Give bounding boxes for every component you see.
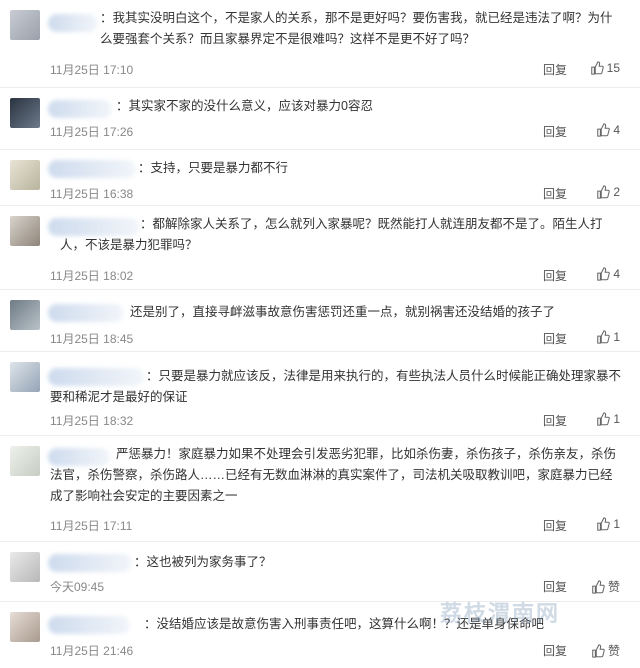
thumbs-up-icon — [592, 579, 605, 594]
avatar[interactable] — [10, 160, 40, 190]
thumbs-up-icon — [597, 517, 611, 531]
comment-time: 11月25日 18:32 — [50, 414, 134, 428]
like-button[interactable]: 1 — [596, 330, 620, 344]
like-button[interactable]: 4 — [596, 267, 620, 281]
comment-time: 11月25日 16:38 — [50, 187, 134, 201]
avatar[interactable] — [10, 10, 40, 40]
reply-button[interactable]: 回复 — [543, 517, 567, 534]
thumbs-up-icon — [597, 123, 611, 137]
avatar[interactable] — [10, 300, 40, 330]
reply-button[interactable]: 回复 — [543, 123, 567, 140]
like-button[interactable]: 赞 — [591, 642, 620, 659]
username-redacted — [48, 554, 132, 572]
like-count: 1 — [613, 330, 620, 344]
reply-button[interactable]: 回复 — [543, 642, 567, 659]
like-button[interactable]: 2 — [596, 185, 620, 199]
reply-button[interactable]: 回复 — [543, 267, 567, 284]
thumbs-up-icon — [590, 61, 604, 75]
reply-button[interactable]: 回复 — [543, 61, 567, 78]
comment-time: 11月25日 17:26 — [50, 125, 134, 139]
comment-item: ：我其实没明白这个，不是家人的关系，那不是更好吗？要伤害我，就已经是违法了啊？为… — [0, 0, 640, 88]
avatar[interactable] — [10, 446, 40, 476]
comment-text: ：我其实没明白这个，不是家人的关系，那不是更好吗？要伤害我，就已经是违法了啊？为… — [100, 11, 613, 46]
comment-text: ：支持，只要是暴力都不行 — [138, 161, 289, 175]
comment-item: ：支持，只要是暴力都不行 11月25日 16:38 回复 2 — [0, 150, 640, 206]
comment-text: 严惩暴力！家庭暴力如果不处理会引发恶劣犯罪，比如杀伤妻，杀伤孩子，杀伤亲友，杀伤… — [50, 447, 617, 503]
reply-button[interactable]: 回复 — [543, 185, 567, 202]
comment-text: ：只要是暴力就应该反，法律是用来执行的，有些执法人员什么时候能正确处理家暴不要和… — [50, 369, 622, 404]
thumbs-up-icon — [597, 412, 611, 426]
avatar[interactable] — [10, 552, 40, 582]
like-count: 15 — [606, 61, 620, 75]
comment-item: ：其实家不家的没什么意义，应该对暴力0容忍 11月25日 17:26 回复 4 — [0, 88, 640, 150]
comment-time: 11月25日 17:11 — [50, 519, 133, 533]
like-count: 2 — [613, 185, 620, 199]
thumbs-up-icon — [597, 330, 611, 344]
like-button[interactable]: 1 — [596, 517, 620, 531]
comment-text: ：都解除家人关系了，怎么就列入家暴呢？既然能打人就连朋友都不是了。陌生人打人，不… — [60, 217, 603, 252]
comment-time: 11月25日 17:10 — [50, 63, 134, 77]
like-button[interactable]: 赞 — [591, 578, 620, 595]
like-button[interactable]: 4 — [596, 123, 620, 137]
comment-text: ：其实家不家的没什么意义，应该对暴力0容忍 — [116, 99, 373, 113]
reply-button[interactable]: 回复 — [543, 330, 567, 347]
comment-item: 严惩暴力！家庭暴力如果不处理会引发恶劣犯罪，比如杀伤妻，杀伤孩子，杀伤亲友，杀伤… — [0, 436, 640, 542]
like-count: 赞 — [607, 644, 620, 658]
thumbs-up-icon — [597, 185, 611, 199]
comment-time: 11月25日 18:02 — [50, 269, 134, 283]
avatar[interactable] — [10, 612, 40, 642]
like-count: 4 — [613, 123, 620, 137]
username-redacted — [48, 616, 130, 634]
comment-text: 还是别了，直接寻衅滋事故意伤害惩罚还重一点，就别祸害还没结婚的孩子了 — [130, 305, 556, 319]
comment-item: ：都解除家人关系了，怎么就列入家暴呢？既然能打人就连朋友都不是了。陌生人打人，不… — [0, 206, 640, 290]
username-redacted — [48, 304, 124, 322]
like-count: 4 — [613, 267, 620, 281]
like-count: 1 — [613, 517, 620, 531]
thumbs-up-icon — [592, 643, 605, 658]
comment-time: 11月25日 21:46 — [50, 644, 134, 658]
like-button[interactable]: 1 — [596, 412, 620, 426]
like-count: 赞 — [607, 580, 620, 594]
avatar[interactable] — [10, 362, 40, 392]
comment-time: 11月25日 18:45 — [50, 332, 134, 346]
comment-time: 今天09:45 — [50, 580, 105, 594]
avatar[interactable] — [10, 98, 40, 128]
like-button[interactable]: 15 — [590, 61, 620, 75]
comment-text: ：这也被列为家务事了？ — [134, 555, 272, 569]
comment-item: ：这也被列为家务事了？ 今天09:45 回复 赞 — [0, 542, 640, 602]
like-count: 1 — [613, 412, 620, 426]
avatar[interactable] — [10, 216, 40, 246]
username-redacted — [48, 160, 136, 178]
watermark: 荔枝渭南网 — [440, 602, 561, 627]
reply-button[interactable]: 回复 — [543, 578, 567, 595]
username-redacted — [48, 100, 112, 118]
comment-item: 还是别了，直接寻衅滋事故意伤害惩罚还重一点，就别祸害还没结婚的孩子了 11月25… — [0, 290, 640, 352]
thumbs-up-icon — [597, 267, 611, 281]
comment-item: ：只要是暴力就应该反，法律是用来执行的，有些执法人员什么时候能正确处理家暴不要和… — [0, 352, 640, 436]
reply-button[interactable]: 回复 — [543, 412, 567, 429]
username-redacted — [48, 14, 98, 32]
